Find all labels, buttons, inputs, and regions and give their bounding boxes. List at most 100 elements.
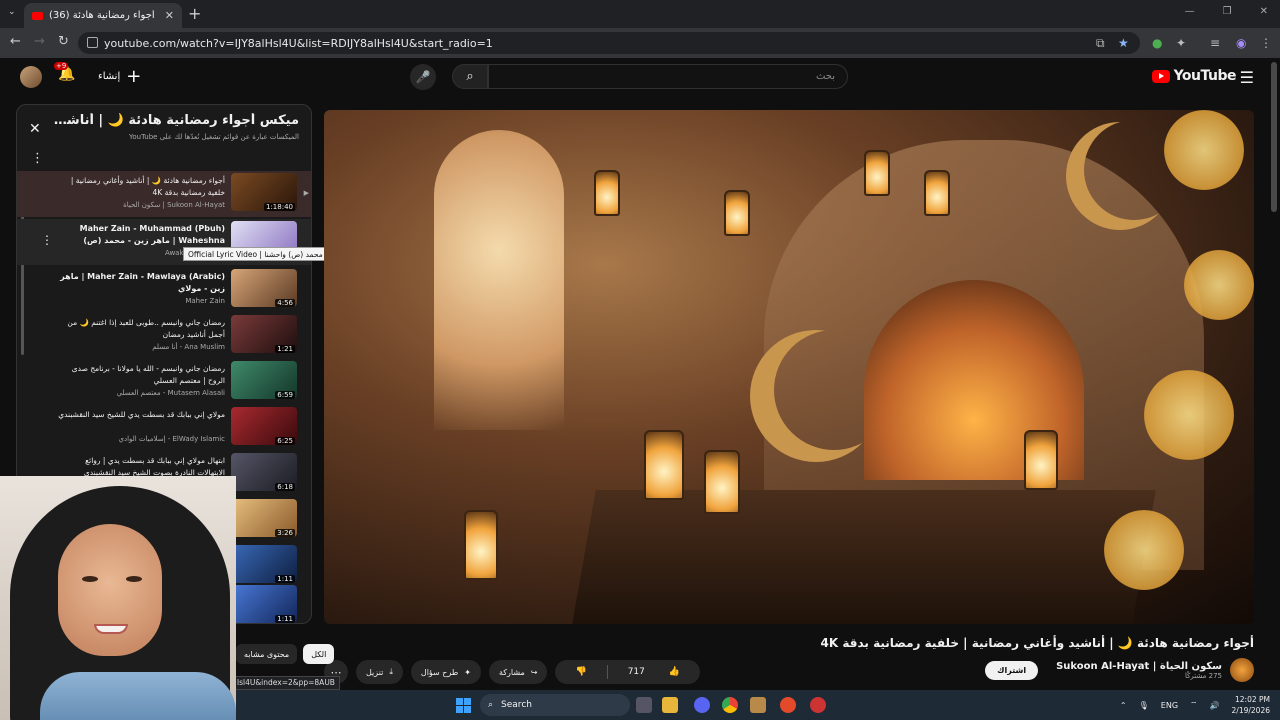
item-more-icon[interactable]: ⋮ — [41, 233, 53, 247]
thumbs-down-icon: 👎 — [575, 667, 587, 677]
discord-icon[interactable] — [694, 697, 710, 713]
maximize-icon[interactable]: ❐ — [1223, 6, 1232, 17]
browser-menu-icon[interactable]: ⋮ — [1260, 36, 1272, 50]
item-channel: Sukoon Al-Hayat | سكون الحياة — [123, 201, 225, 209]
channel-meta: سكون الحياة | Sukoon Al-Hayat 275 مشتركً… — [1056, 661, 1222, 680]
like-button[interactable]: 717 👍 — [608, 667, 700, 677]
extension-shield-icon[interactable]: ● — [1152, 36, 1162, 50]
list-item[interactable]: 1:21 رمضان جاني وانبسم ..طوبى للعبد إذا … — [17, 313, 311, 359]
chip-all[interactable]: الكل — [303, 644, 335, 664]
chip-related[interactable]: محتوى مشابه — [236, 644, 298, 664]
date: 2/19/2026 — [1231, 706, 1270, 715]
item-channel: Ana Muslim - أنا مسلم — [152, 343, 225, 351]
taskbar-search[interactable]: ⌕ Search — [480, 694, 630, 716]
page-scrollbar[interactable] — [1271, 62, 1277, 212]
webcam-eye — [82, 576, 98, 582]
video-actions: ⋯ تنزيل ⤓ طرح سؤال ✦ مشاركة ↪ 👎 717 👍 — [324, 660, 701, 684]
duration: 4:56 — [275, 299, 295, 307]
avatar[interactable] — [20, 66, 42, 88]
webcam-face-shape — [58, 524, 162, 656]
search-icon: ⌕ — [466, 69, 474, 84]
item-title: رمضان جاني وانبسم ..طوبى للعبد إذا اغتنم… — [67, 318, 225, 339]
channel-name[interactable]: سكون الحياة | Sukoon Al-Hayat — [1056, 661, 1222, 672]
webcam-shirt-shape — [40, 672, 236, 720]
duration: 3:26 — [275, 529, 295, 537]
plus-icon: + — [126, 65, 142, 87]
subscribe-button[interactable]: اشتراك — [985, 660, 1039, 680]
task-view-icon[interactable] — [636, 697, 652, 713]
close-playlist-icon[interactable]: ✕ — [29, 121, 41, 137]
search-button[interactable]: ⌕ — [452, 64, 488, 89]
wifi-icon[interactable]: ⌔ — [1190, 700, 1198, 710]
channel-avatar[interactable] — [1230, 658, 1254, 682]
extensions-puzzle-icon[interactable]: ✦ — [1176, 36, 1186, 50]
video-player[interactable] — [324, 110, 1254, 624]
ask-button[interactable]: طرح سؤال ✦ — [410, 660, 481, 684]
app-icon[interactable] — [750, 697, 766, 713]
download-icon: ⤓ — [389, 667, 393, 676]
create-button[interactable]: إنشاء + — [90, 64, 149, 88]
mic-tray-icon[interactable]: 🎙 — [1139, 701, 1149, 710]
list-item[interactable]: 6:25 مولاي إني ببابك قد بسطت يدي للشيخ س… — [17, 405, 311, 451]
duration: 6:25 — [275, 437, 295, 445]
download-button[interactable]: تنزيل ⤓ — [356, 660, 403, 684]
duration: 6:59 — [275, 391, 295, 399]
playlist-title: ميكس أجواء رمضانية هادئة 🌙 | أناشيد وأغا… — [49, 113, 299, 128]
crescent-moon-icon — [774, 330, 894, 450]
site-info-icon[interactable] — [87, 37, 98, 48]
search-input[interactable]: بحث — [488, 64, 848, 89]
youtube-favicon-icon — [32, 11, 43, 20]
install-app-icon[interactable]: ⧉ — [1096, 36, 1105, 51]
app-red-icon[interactable] — [780, 697, 796, 713]
item-title: Maher Zain - Muhammad (Pbuh) Waheshna | … — [79, 224, 225, 245]
share-icon: ↪ — [530, 667, 538, 677]
create-label: إنشاء — [98, 70, 121, 82]
bokeh-light — [1104, 510, 1184, 590]
duration: 6:18 — [275, 483, 295, 491]
forward-icon[interactable]: → — [34, 34, 45, 49]
browser-tab[interactable]: (36) أجواء رمضانية هادئة 🌙 ✕ — [24, 3, 182, 28]
playlist-more-icon[interactable]: ⋮ — [31, 151, 44, 166]
status-bar-url: lsl4U&index=2&pp=8AUB — [232, 676, 340, 690]
list-item[interactable]: 4:56 Maher Zain - Mawlaya (Arabic) | ماه… — [17, 267, 311, 313]
close-window-icon[interactable]: ✕ — [1260, 6, 1268, 17]
window-controls: — ❐ ✕ — [1185, 6, 1268, 17]
item-title: مولاي إني ببابك قد بسطت يدي للشيخ سيد ال… — [58, 410, 225, 419]
chevron-up-icon[interactable]: ⌃ — [1120, 701, 1127, 710]
url-text: youtube.com/watch?v=IJY8alHsl4U&list=RDI… — [104, 36, 493, 50]
chrome-icon[interactable] — [722, 697, 738, 713]
reload-icon[interactable]: ↻ — [58, 34, 69, 49]
tab-list-icon[interactable]: ⌄ — [8, 7, 16, 17]
list-item[interactable]: 6:59 رمضان جاني وانبسم - الله يا مولانا … — [17, 359, 311, 405]
duration: 1:11 — [275, 575, 295, 583]
search-icon: ⌕ — [488, 700, 494, 710]
dislike-button[interactable]: 👎 — [555, 667, 606, 677]
profile-icon[interactable]: ◉ — [1236, 36, 1246, 50]
item-channel: ElWady Islamic - إسلاميات الوادي — [118, 435, 225, 443]
new-tab-icon[interactable]: + — [188, 4, 201, 23]
url-bar[interactable]: youtube.com/watch?v=IJY8alHsl4U&list=RDI… — [78, 32, 1140, 54]
related-chips: الكل محتوى مشابه — [236, 644, 335, 664]
windows-start-icon[interactable] — [456, 698, 471, 713]
language-indicator[interactable]: ENG — [1161, 701, 1178, 710]
media-controls-icon[interactable]: ≡ — [1210, 36, 1220, 50]
back-icon[interactable]: ← — [10, 34, 21, 49]
minimize-icon[interactable]: — — [1185, 6, 1195, 17]
list-item[interactable]: ▶ 1:18:40 أجواء رمضانية هادئة 🌙 | أناشيد… — [17, 171, 311, 217]
lantern-icon — [924, 170, 950, 216]
share-button[interactable]: مشاركة ↪ — [488, 660, 548, 684]
mic-icon[interactable]: 🎤 — [410, 64, 436, 90]
hamburger-menu-icon[interactable]: ☰ — [1240, 68, 1254, 87]
item-title: Maher Zain - Mawlaya (Arabic) | ماهر زين… — [60, 272, 225, 293]
youtube-logo[interactable]: YouTube — [1151, 68, 1237, 84]
bookmark-star-icon[interactable]: ★ — [1118, 36, 1129, 50]
notifications-bell-icon[interactable]: 🔔 +9 — [54, 62, 75, 82]
close-tab-icon[interactable]: ✕ — [165, 9, 174, 22]
file-explorer-icon[interactable] — [662, 697, 678, 713]
tab-title: (36) أجواء رمضانية هادئة 🌙 — [49, 10, 157, 21]
item-title: رمضان جاني وانبسم - الله يا مولانا - برن… — [71, 364, 225, 385]
item-channel: Maher Zain — [185, 297, 225, 305]
clock[interactable]: 12:02 PM 2/19/2026 — [1232, 694, 1270, 716]
app-circle-icon[interactable] — [810, 697, 826, 713]
volume-icon[interactable]: 🔊 — [1210, 701, 1220, 710]
